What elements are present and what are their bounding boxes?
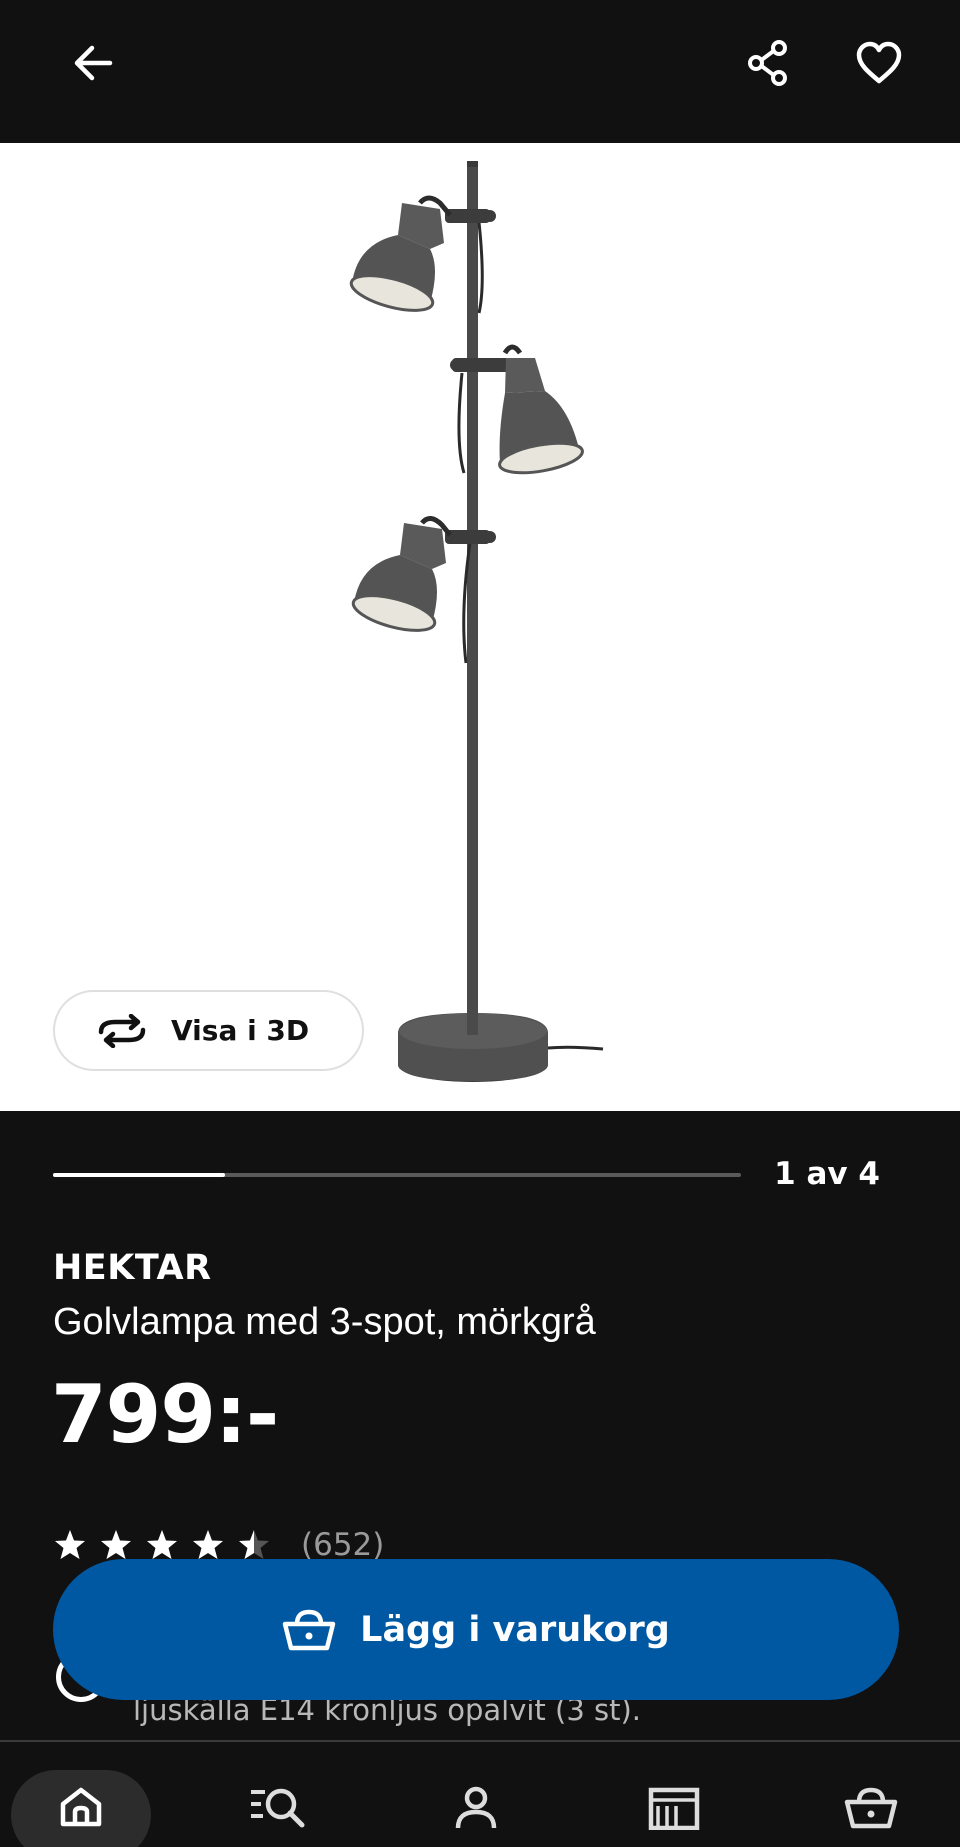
product-rating[interactable]: (652) <box>53 1527 384 1563</box>
store-icon <box>648 1787 700 1830</box>
basket-icon <box>282 1609 336 1650</box>
image-counter: 1 av 4 <box>774 1156 880 1192</box>
product-price: 799:- <box>51 1368 279 1461</box>
rotate-3d-icon <box>98 1013 146 1048</box>
favorite-button[interactable] <box>843 27 915 99</box>
view-in-3d-label: Visa i 3D <box>171 1014 310 1047</box>
product-image <box>349 161 604 1082</box>
product-description: Golvlampa med 3-spot, mörkgrå <box>53 1301 596 1343</box>
share-icon <box>748 40 787 86</box>
add-to-cart-label: Lägg i varukorg <box>360 1609 670 1650</box>
nav-cart[interactable] <box>801 1770 941 1847</box>
star-icon <box>55 1530 85 1559</box>
top-bar <box>0 0 960 143</box>
user-icon <box>455 1786 497 1829</box>
nav-home[interactable] <box>11 1770 151 1847</box>
view-in-3d-button[interactable]: Visa i 3D <box>53 990 364 1071</box>
gallery-progress-fill <box>53 1173 225 1177</box>
gallery-progress-bar <box>53 1173 741 1177</box>
product-image-gallery[interactable]: Visa i 3D <box>0 143 960 1111</box>
arrow-left-icon <box>74 45 113 81</box>
back-button[interactable] <box>57 27 129 99</box>
star-icon <box>193 1530 223 1559</box>
review-count: (652) <box>301 1527 385 1563</box>
rating-stars <box>53 1528 283 1562</box>
search-list-icon <box>251 1788 305 1828</box>
star-icon <box>239 1530 269 1559</box>
nav-search[interactable] <box>208 1770 348 1847</box>
add-to-cart-button[interactable]: Lägg i varukorg <box>53 1559 899 1700</box>
product-name: HEKTAR <box>53 1248 212 1288</box>
cart-basket-icon <box>844 1787 898 1829</box>
home-icon <box>60 1787 102 1827</box>
heart-icon <box>856 41 902 84</box>
star-icon <box>101 1530 131 1559</box>
bottom-navigation <box>0 1742 960 1847</box>
star-icon <box>147 1530 177 1559</box>
nav-profile[interactable] <box>406 1770 546 1847</box>
nav-store[interactable] <box>604 1770 744 1847</box>
share-button[interactable] <box>733 27 805 99</box>
